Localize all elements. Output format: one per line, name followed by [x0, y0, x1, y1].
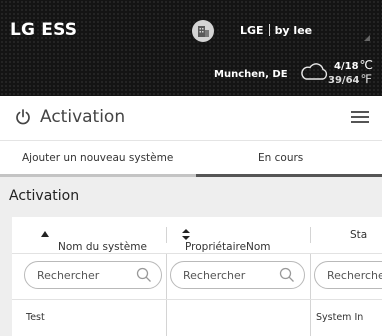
tab-in-progress[interactable]: En cours — [196, 141, 382, 177]
search-system-name-input[interactable] — [37, 267, 147, 283]
hamburger-menu-icon[interactable] — [351, 111, 369, 125]
search-system-name[interactable] — [24, 261, 162, 289]
top-header: LG ESS LGE by lee Munchen, DE 4/18℃ 39/64… — [0, 0, 382, 96]
page-title: Activation — [40, 107, 126, 127]
tab-add-new-system-label: Ajouter un nouveau système — [22, 152, 174, 164]
column-divider — [310, 300, 311, 336]
column-divider — [310, 254, 311, 299]
tab-in-progress-label: En cours — [258, 152, 304, 164]
section-title: Activation — [9, 188, 80, 204]
column-header-system-name[interactable]: Nom du système — [12, 217, 166, 253]
search-owner-name[interactable] — [170, 261, 305, 289]
column-header-status[interactable]: Sta — [311, 217, 382, 253]
header-divider — [12, 253, 382, 254]
search-status[interactable] — [314, 261, 382, 289]
temperature-fahrenheit: 39/64℉ — [328, 72, 372, 86]
tab-bar: Ajouter un nouveau système En cours — [0, 141, 382, 177]
cloud-icon — [301, 63, 328, 80]
cell-system-name: Test — [26, 312, 45, 323]
fahrenheit-unit: ℉ — [360, 72, 372, 86]
column-header-system-name-label: Nom du système — [58, 241, 147, 253]
sort-ascending-icon[interactable] — [41, 231, 49, 237]
column-header-owner-name-label: PropriétaireNom — [185, 241, 271, 253]
column-header-status-label: Sta — [350, 229, 368, 241]
temperature-celsius: 4/18℃ — [334, 58, 373, 72]
user-name: by lee — [274, 24, 313, 37]
power-icon — [16, 109, 30, 125]
separator — [268, 24, 270, 36]
search-icon[interactable] — [279, 267, 295, 283]
search-status-input[interactable] — [327, 267, 382, 283]
search-icon[interactable] — [136, 267, 152, 283]
temperature-fahrenheit-value: 39/64 — [328, 75, 360, 86]
column-divider — [166, 300, 167, 336]
dropdown-corner-icon[interactable] — [364, 35, 370, 41]
app-title: LG ESS — [10, 20, 78, 40]
building-icon[interactable] — [192, 20, 214, 42]
location: Munchen, DE — [214, 69, 288, 80]
column-divider — [166, 254, 167, 299]
company-name: LGE — [240, 24, 264, 37]
celsius-unit: ℃ — [359, 58, 374, 72]
sort-icon[interactable] — [182, 229, 190, 240]
cell-status: System In — [316, 312, 364, 323]
user-info[interactable]: LGE by lee — [240, 24, 312, 37]
temperature-celsius-value: 4/18 — [334, 61, 359, 72]
content-area: Activation Nom du système PropriétaireNo… — [0, 177, 382, 336]
tab-add-new-system[interactable]: Ajouter un nouveau système — [0, 141, 196, 177]
column-header-owner-name[interactable]: PropriétaireNom — [167, 217, 310, 253]
row-divider — [12, 299, 382, 300]
page-header: Activation — [0, 96, 382, 141]
search-owner-name-input[interactable] — [183, 267, 293, 283]
activation-table: Nom du système PropriétaireNom Sta Reche… — [12, 217, 382, 336]
